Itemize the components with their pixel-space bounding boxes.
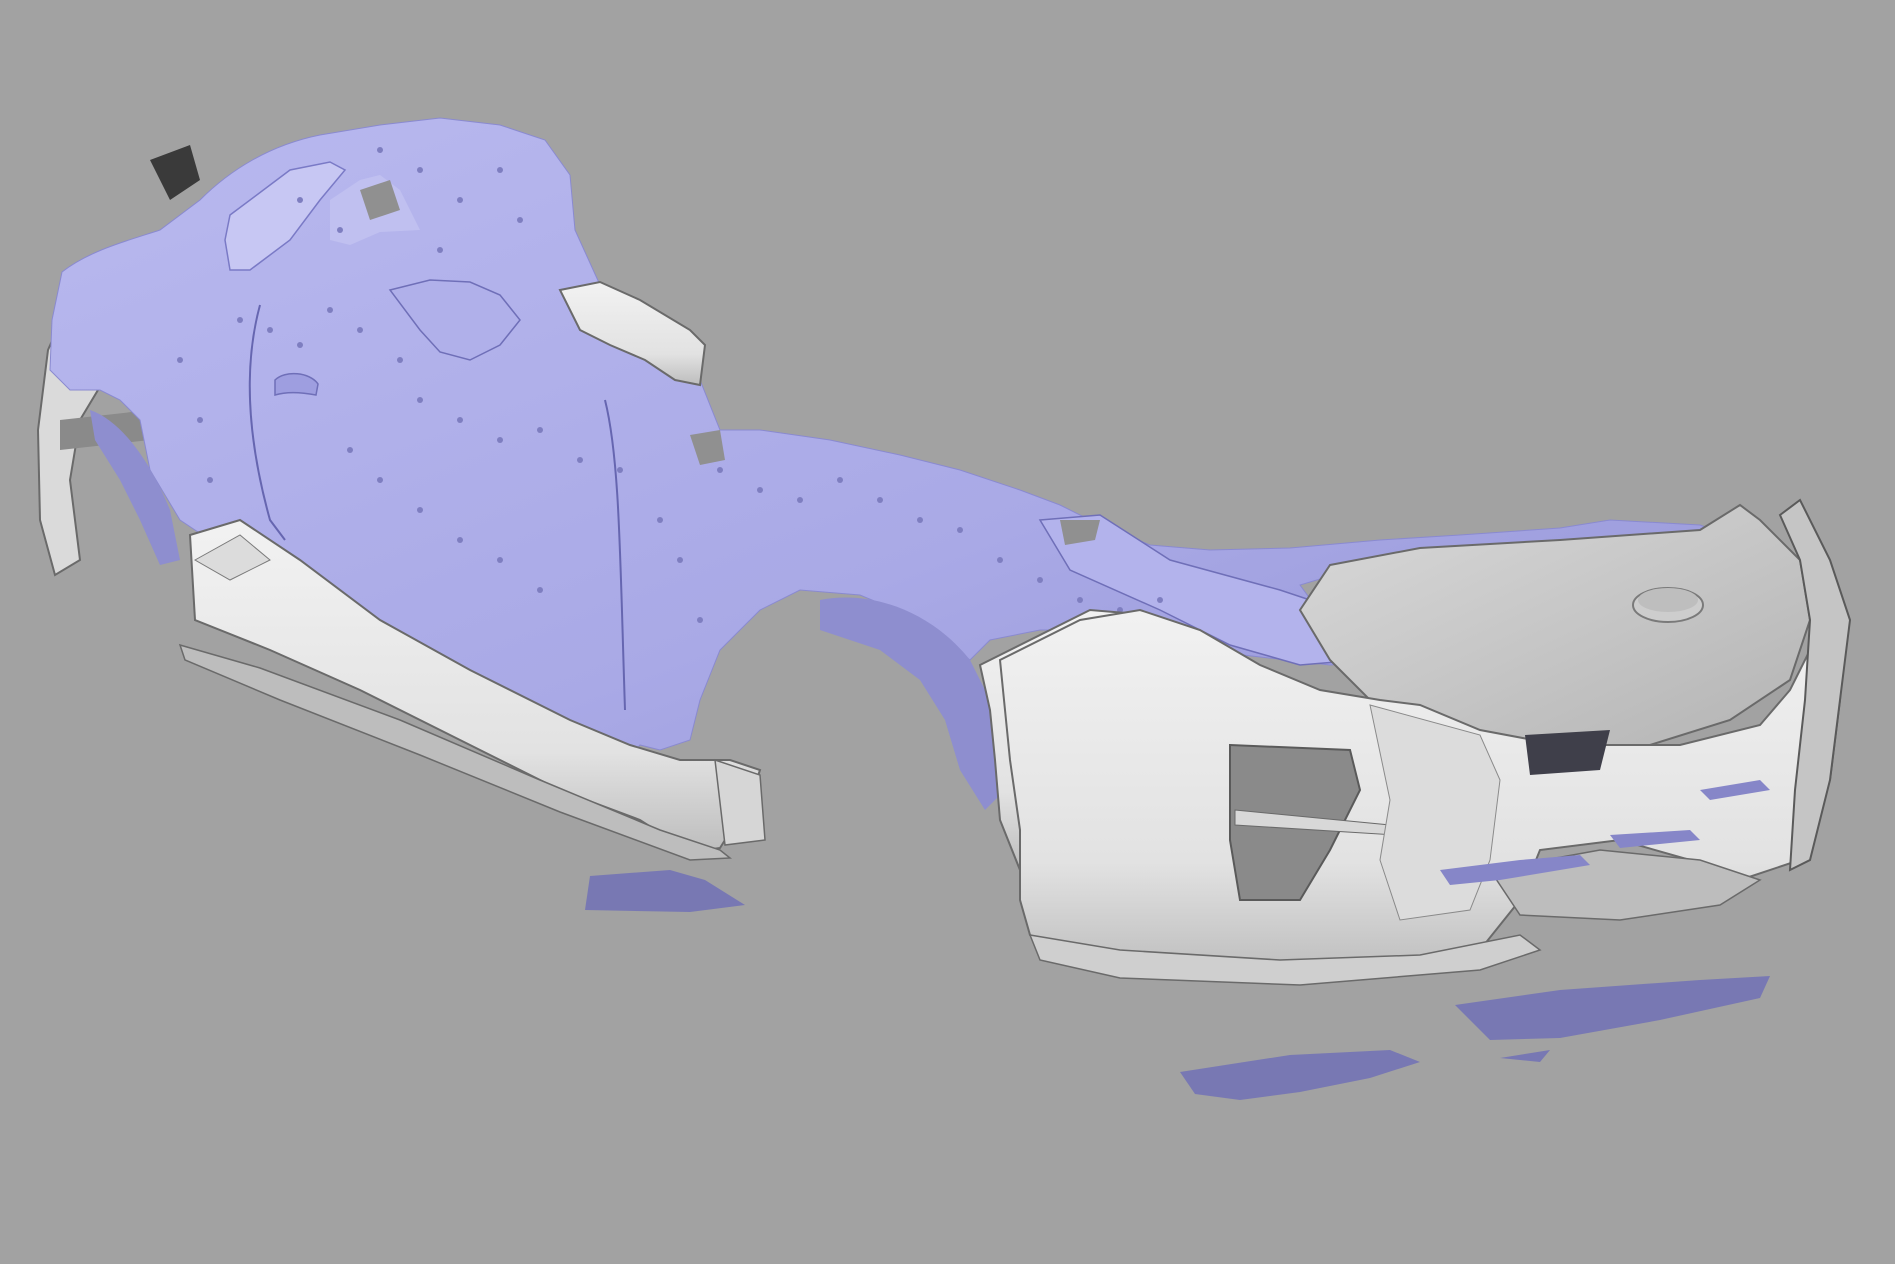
3d-viewport[interactable]	[0, 0, 1895, 1264]
scene-render	[36, 117, 1852, 1100]
